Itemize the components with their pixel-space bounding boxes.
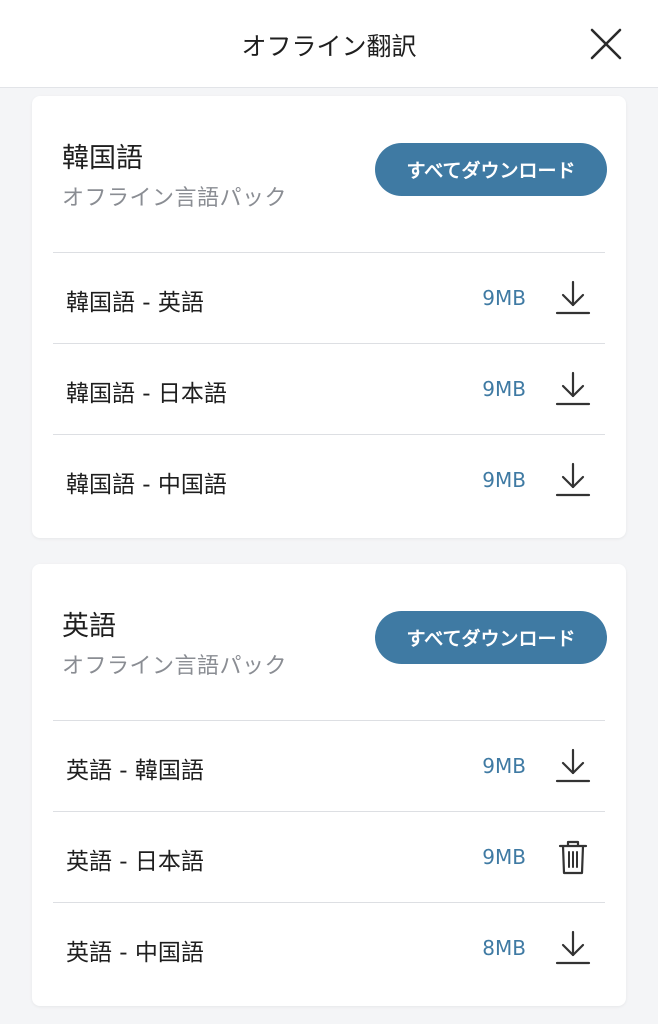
language-pack-list: 韓国語 - 英語 9MB 韓国語 - 日本語 9MB 韓国語 - 中国語 9MB xyxy=(53,252,605,526)
language-pack-row: 韓国語 - 中国語 9MB xyxy=(53,435,605,526)
pack-size: 9MB xyxy=(482,468,526,492)
download-all-button[interactable]: すべてダウンロード xyxy=(375,611,607,664)
download-button[interactable] xyxy=(555,370,591,408)
language-section-english: 英語 オフライン言語パック すべてダウンロード 英語 - 韓国語 9MB 英語 … xyxy=(32,564,626,1006)
pack-name: 韓国語 - 日本語 xyxy=(66,381,227,407)
download-icon xyxy=(555,462,591,497)
pack-name: 韓国語 - 英語 xyxy=(66,290,204,316)
pack-size: 8MB xyxy=(482,936,526,960)
pack-size: 9MB xyxy=(482,286,526,310)
page-title: オフライン翻訳 xyxy=(241,32,417,61)
download-icon xyxy=(555,748,591,783)
pack-size: 9MB xyxy=(482,377,526,401)
download-all-button[interactable]: すべてダウンロード xyxy=(375,143,607,196)
close-button[interactable] xyxy=(584,22,628,66)
language-pack-row: 韓国語 - 日本語 9MB xyxy=(53,344,605,435)
download-icon xyxy=(555,930,591,965)
language-pack-row: 英語 - 韓国語 9MB xyxy=(53,721,605,812)
language-pack-row: 英語 - 中国語 8MB xyxy=(53,903,605,994)
download-icon xyxy=(555,280,591,315)
app-header: オフライン翻訳 xyxy=(0,0,658,88)
pack-name: 英語 - 韓国語 xyxy=(66,758,204,784)
section-title: 英語 xyxy=(62,611,116,642)
pack-name: 韓国語 - 中国語 xyxy=(66,472,227,498)
download-button[interactable] xyxy=(555,929,591,967)
pack-name: 英語 - 日本語 xyxy=(66,849,204,875)
language-pack-row: 韓国語 - 英語 9MB xyxy=(53,253,605,344)
download-button[interactable] xyxy=(555,747,591,785)
language-pack-row: 英語 - 日本語 9MB xyxy=(53,812,605,903)
download-button[interactable] xyxy=(555,279,591,317)
pack-name: 英語 - 中国語 xyxy=(66,940,204,966)
section-title: 韓国語 xyxy=(62,143,143,174)
section-subtitle: オフライン言語パック xyxy=(62,186,288,211)
language-pack-list: 英語 - 韓国語 9MB 英語 - 日本語 9MB 英語 - 中国語 8MB xyxy=(53,720,605,994)
download-button[interactable] xyxy=(555,461,591,499)
trash-icon xyxy=(558,840,588,875)
close-icon xyxy=(590,28,622,60)
section-subtitle: オフライン言語パック xyxy=(62,654,288,679)
pack-size: 9MB xyxy=(482,754,526,778)
pack-size: 9MB xyxy=(482,845,526,869)
delete-button[interactable] xyxy=(555,838,591,876)
download-icon xyxy=(555,371,591,406)
language-section-korean: 韓国語 オフライン言語パック すべてダウンロード 韓国語 - 英語 9MB 韓国… xyxy=(32,96,626,538)
